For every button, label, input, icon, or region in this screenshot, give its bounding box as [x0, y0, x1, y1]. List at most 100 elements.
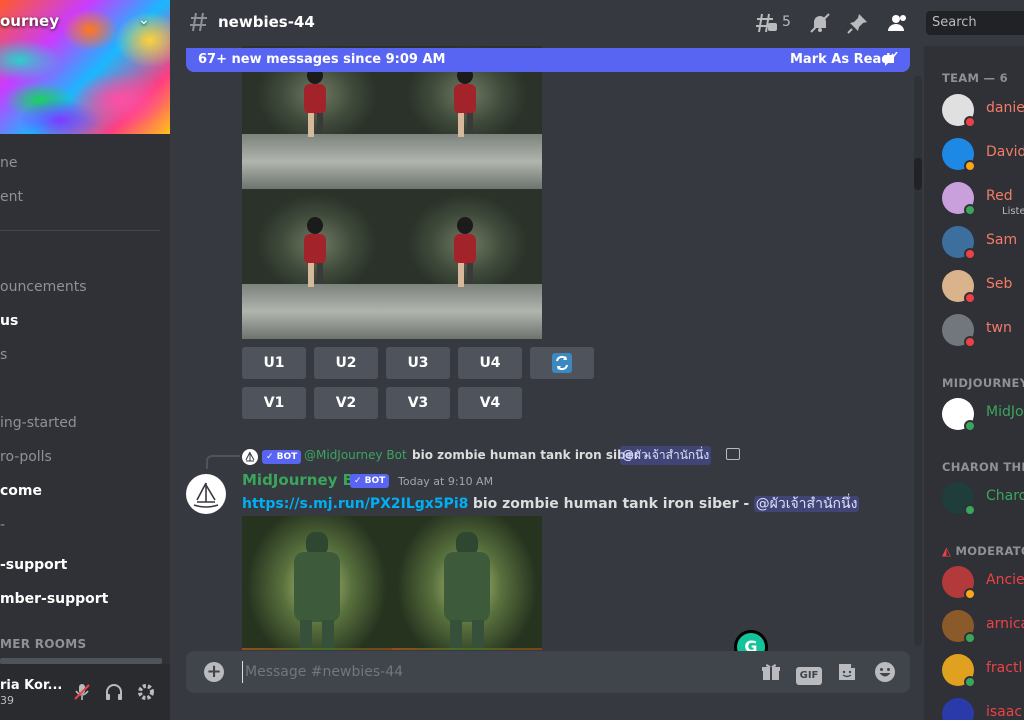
reply-mention[interactable]: @ผัวเจ้าสำนักนึ่ง: [620, 446, 712, 465]
status-indicator: [964, 292, 976, 304]
channel-item[interactable]: ne: [0, 155, 18, 171]
search-placeholder: Search: [932, 15, 977, 30]
new-messages-text: 67+ new messages since 9:09 AM: [198, 52, 446, 67]
gear-icon[interactable]: [136, 682, 156, 702]
avatar[interactable]: [186, 474, 226, 514]
headphones-icon[interactable]: [104, 682, 124, 702]
upscale-button-3[interactable]: U3: [386, 347, 450, 379]
member-name[interactable]: fractl: [986, 660, 1022, 676]
member-item[interactable]: danie: [942, 92, 1024, 128]
channel-item[interactable]: ro-polls: [0, 449, 52, 465]
member-name[interactable]: Seb: [986, 276, 1012, 292]
member-name[interactable]: MidJo: [986, 404, 1024, 420]
member-group-label: MIDJOURNEY: [942, 376, 1024, 390]
category-label[interactable]: MER ROOMS: [0, 637, 86, 651]
member-name[interactable]: Sam: [986, 232, 1017, 248]
username[interactable]: ria Kor...: [0, 678, 62, 693]
search-input[interactable]: Search: [926, 11, 1024, 35]
generated-image[interactable]: [392, 189, 542, 339]
member-name[interactable]: isaac: [986, 704, 1022, 720]
reply-avatar[interactable]: [242, 449, 258, 465]
image-grid[interactable]: [242, 516, 542, 650]
threads-icon[interactable]: [754, 11, 778, 35]
variation-button-4[interactable]: V4: [458, 387, 522, 419]
member-name[interactable]: twn: [986, 320, 1012, 336]
member-item[interactable]: Red Liste: [942, 180, 1024, 217]
server-name[interactable]: ourney: [0, 12, 59, 30]
member-item[interactable]: Sam: [942, 224, 1024, 260]
upscale-button-4[interactable]: U4: [458, 347, 522, 379]
variation-button-2[interactable]: V2: [314, 387, 378, 419]
channel-title: newbies-44: [218, 13, 315, 31]
message-content: https://s.mj.run/PX2ILgx5Pi8 bio zombie …: [242, 493, 860, 515]
member-item[interactable]: Ancie: [942, 564, 1024, 600]
variation-button-3[interactable]: V3: [386, 387, 450, 419]
member-item[interactable]: isaac: [942, 696, 1024, 720]
member-name[interactable]: arnica: [986, 616, 1024, 632]
member-item[interactable]: fractl: [942, 652, 1024, 688]
pin-icon[interactable]: [846, 11, 870, 35]
generated-image[interactable]: [392, 516, 542, 650]
gift-icon[interactable]: [760, 661, 782, 687]
member-name[interactable]: Charo: [986, 488, 1024, 504]
reply-preview[interactable]: bio zombie human tank iron siber -: [412, 448, 649, 462]
channel-item[interactable]: s: [0, 347, 7, 363]
member-item[interactable]: arnica: [942, 608, 1024, 644]
threads-count[interactable]: 5: [782, 14, 791, 30]
bot-badge: ✓ BOT: [350, 474, 390, 488]
channel-item[interactable]: ouncements: [0, 279, 87, 295]
mark-as-read-button[interactable]: Mark As Read: [790, 52, 891, 67]
image-grid[interactable]: [242, 46, 542, 339]
status-indicator: [964, 204, 976, 216]
variation-button-1[interactable]: V1: [242, 387, 306, 419]
message-mention[interactable]: @ผัวเจ้าสำนักนึ่ง: [753, 496, 860, 512]
member-item[interactable]: twn: [942, 312, 1024, 348]
channel-item[interactable]: come: [0, 483, 42, 499]
sticker-icon[interactable]: [836, 661, 858, 687]
member-list: TEAM — 6 danie David Red Liste Sam Seb t…: [924, 46, 1024, 720]
user-panel: ria Kor... 39: [0, 664, 170, 720]
plus-icon[interactable]: +: [204, 662, 224, 682]
message-input[interactable]: [242, 661, 682, 683]
emoji-icon[interactable]: [874, 661, 896, 687]
upscale-button-2[interactable]: U2: [314, 347, 378, 379]
gif-icon[interactable]: GIF: [796, 663, 822, 685]
channel-item[interactable]: ent: [0, 189, 23, 205]
scrollbar-thumb[interactable]: [914, 158, 922, 190]
chevron-down-icon[interactable]: ⌄: [138, 12, 150, 28]
mic-muted-icon[interactable]: [72, 682, 92, 702]
member-item[interactable]: Seb: [942, 268, 1024, 304]
member-name[interactable]: David: [986, 144, 1024, 160]
member-name[interactable]: Ancie: [986, 572, 1024, 588]
status-indicator: [964, 116, 976, 128]
channel-item[interactable]: us: [0, 313, 18, 329]
message-link[interactable]: https://s.mj.run/PX2ILgx5Pi8: [242, 496, 468, 512]
member-item[interactable]: Charo: [942, 480, 1024, 516]
message-text: bio zombie human tank iron siber -: [472, 496, 750, 512]
generated-image[interactable]: [242, 189, 392, 339]
divider: [0, 230, 160, 231]
avatar[interactable]: [942, 698, 974, 720]
notifications-muted-icon[interactable]: [808, 11, 832, 35]
member-group-label: TEAM — 6: [942, 71, 1008, 85]
reply-author[interactable]: @MidJourney Bot: [304, 448, 407, 462]
channel-item[interactable]: -: [0, 517, 5, 533]
mark-read-icon[interactable]: [882, 51, 898, 72]
status-indicator: [964, 632, 976, 644]
status-indicator: [964, 248, 976, 260]
upscale-button-1[interactable]: U1: [242, 347, 306, 379]
member-item[interactable]: David: [942, 136, 1024, 172]
member-item[interactable]: MidJo: [942, 396, 1024, 432]
channel-item[interactable]: -support: [0, 557, 67, 573]
member-name[interactable]: Red: [986, 188, 1013, 204]
image-icon: [726, 448, 740, 460]
message-area: 67+ new messages since 9:09 AM Mark As R…: [170, 46, 924, 720]
generated-image[interactable]: [242, 516, 392, 650]
member-name[interactable]: danie: [986, 100, 1024, 116]
channel-item[interactable]: mber-support: [0, 591, 108, 607]
new-messages-bar[interactable]: 67+ new messages since 9:09 AM Mark As R…: [186, 48, 910, 72]
reroll-button[interactable]: [530, 347, 594, 379]
member-list-icon[interactable]: [886, 11, 910, 35]
boat-icon: ◭: [942, 544, 952, 558]
channel-item[interactable]: ing-started: [0, 415, 77, 431]
